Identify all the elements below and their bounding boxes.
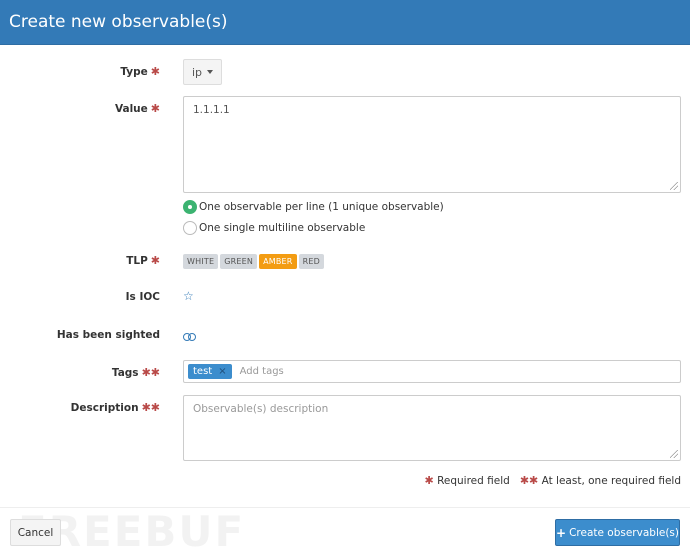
radio-per-line[interactable]: One observable per line (1 unique observ… [183, 200, 444, 214]
tlp-label: TLP ✱ [126, 254, 160, 267]
value-label: Value ✱ [114, 102, 160, 115]
type-dropdown[interactable]: ip [183, 59, 222, 85]
sighted-toggle[interactable] [183, 331, 196, 344]
required-icon: ✱ [150, 102, 160, 115]
ioc-label: Is IOC [125, 291, 160, 303]
double-required-icon: ✱✱ [141, 366, 160, 379]
type-label: Type ✱ [120, 65, 160, 78]
resize-handle-icon[interactable] [670, 182, 678, 190]
radio-multiline[interactable]: One single multiline observable [183, 221, 365, 235]
tags-label: Tags ✱✱ [111, 366, 160, 379]
value-textarea[interactable]: 1.1.1.1 [183, 96, 681, 193]
modal-title: Create new observable(s) [9, 12, 228, 32]
tags-input[interactable]: test × Add tags [183, 360, 681, 383]
toggle-off-icon [183, 333, 196, 341]
modal-header: Create new observable(s) [0, 0, 690, 45]
required-icon: ✱ [150, 254, 160, 267]
double-required-icon: ✱✱ [519, 474, 539, 487]
type-row: Type ✱ ip [0, 59, 690, 85]
radio-unchecked-icon[interactable] [183, 221, 197, 235]
tlp-amber[interactable]: AMBER [259, 254, 297, 269]
description-textarea[interactable]: Observable(s) description [183, 395, 681, 461]
value-row: Value ✱ 1.1.1.1 [0, 96, 690, 193]
double-required-icon: ✱✱ [141, 401, 160, 414]
create-observables-button[interactable]: + Create observable(s) [555, 519, 680, 546]
required-icon: ✱ [424, 474, 434, 487]
tlp-selector: WHITE GREEN AMBER RED [183, 254, 324, 269]
caret-down-icon [207, 70, 214, 74]
radio-checked-icon[interactable] [183, 200, 197, 214]
description-label: Description ✱✱ [70, 401, 160, 414]
tag-chip: test × [188, 364, 232, 379]
sighted-label: Has been sighted [56, 329, 160, 341]
description-row: Description ✱✱ Observable(s) description [0, 395, 690, 461]
required-icon: ✱ [150, 65, 160, 78]
cancel-button[interactable]: Cancel [10, 519, 61, 546]
tlp-red[interactable]: RED [298, 254, 324, 269]
plus-icon: + [556, 525, 567, 540]
star-outline-icon[interactable]: ☆ [183, 289, 194, 303]
resize-handle-icon[interactable] [670, 450, 678, 458]
remove-tag-icon[interactable]: × [218, 366, 226, 377]
tlp-white[interactable]: WHITE [183, 254, 219, 269]
add-tags-placeholder[interactable]: Add tags [240, 366, 284, 377]
tlp-green[interactable]: GREEN [220, 254, 258, 269]
required-legend: ✱ Required field ✱✱ At least, one requir… [424, 474, 682, 487]
footer-divider [0, 507, 690, 508]
